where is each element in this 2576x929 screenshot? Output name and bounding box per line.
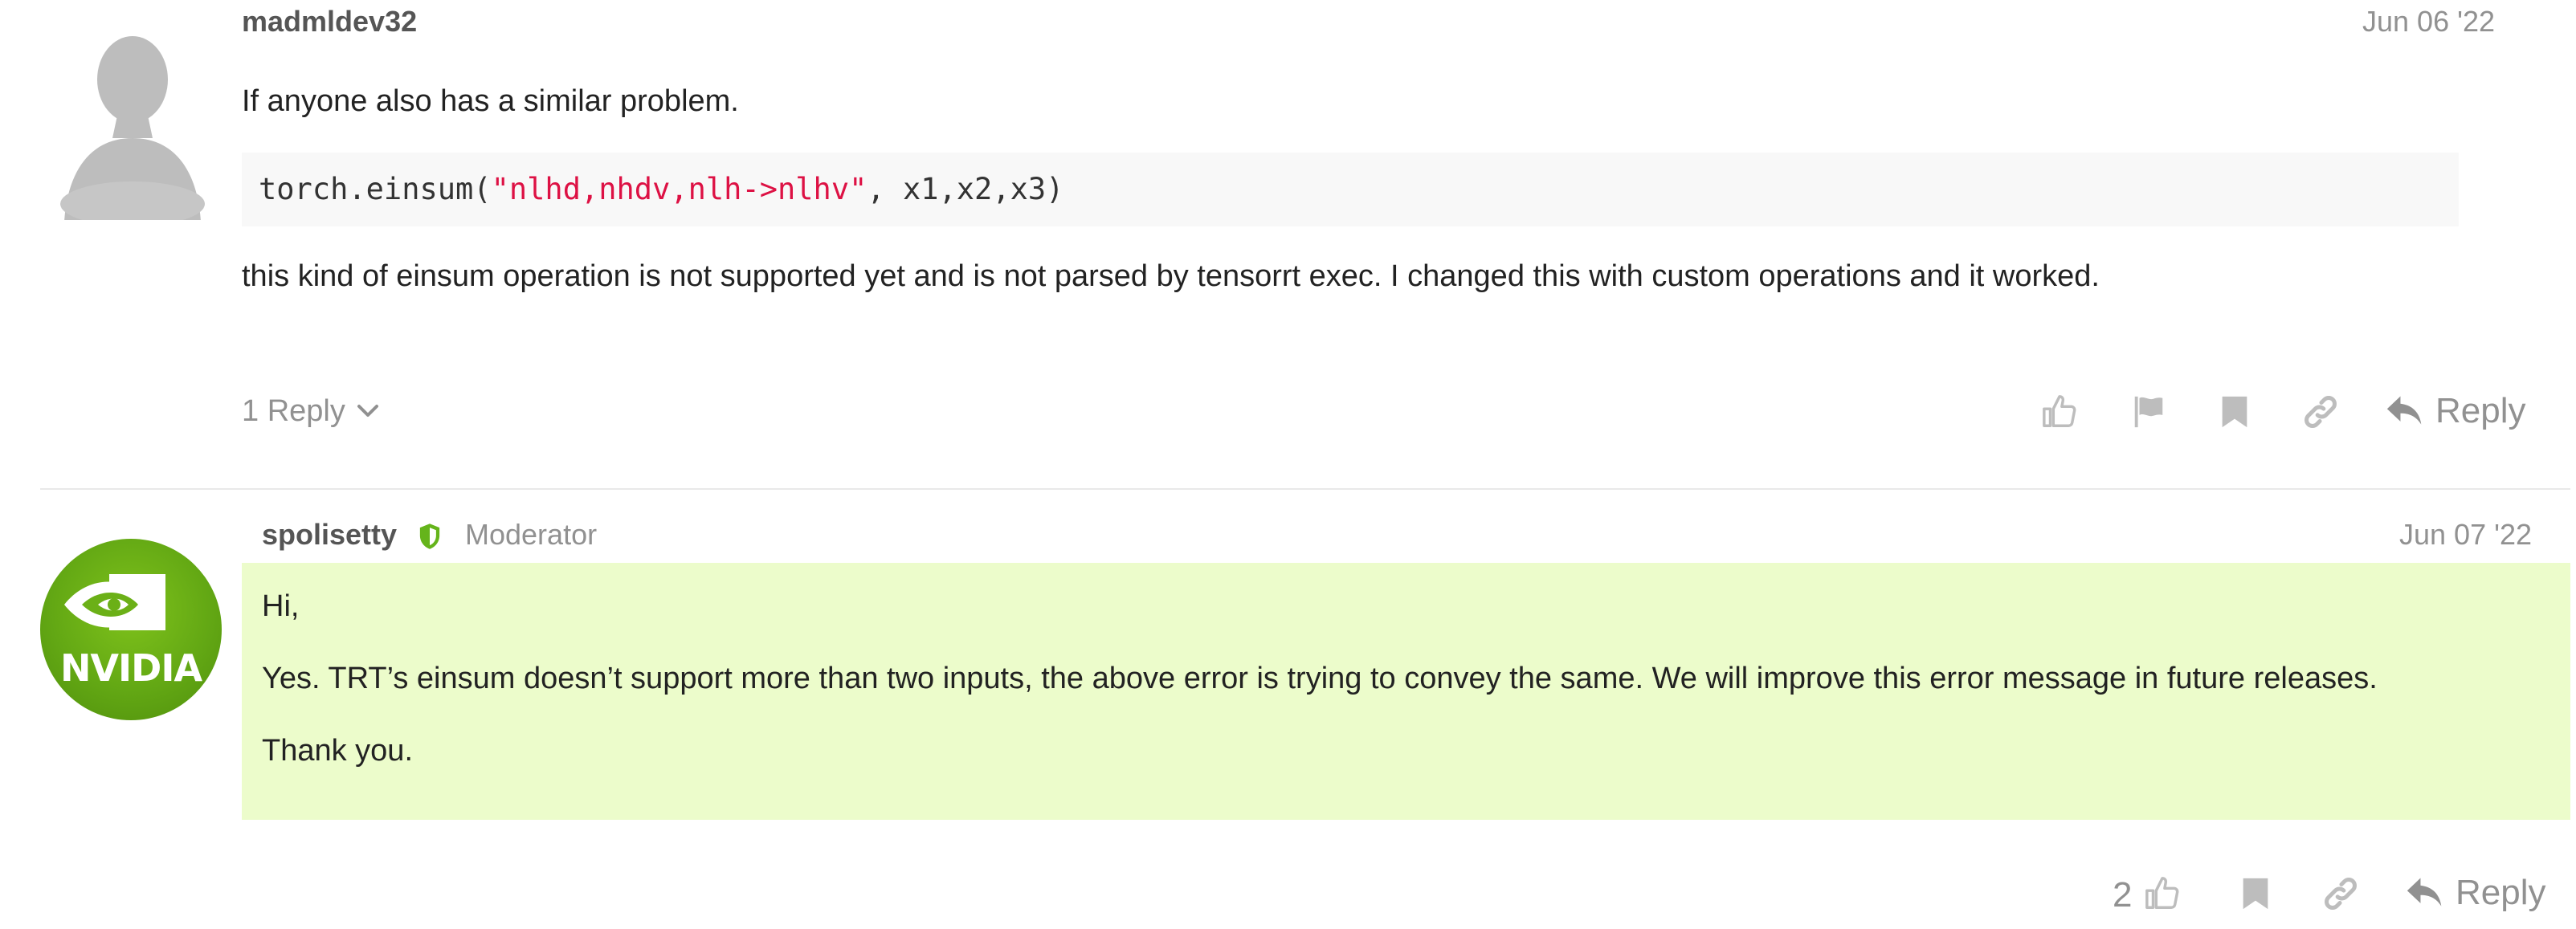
post-date[interactable]: Jun 06 '22 (2362, 6, 2495, 38)
copy-link-button[interactable] (2300, 392, 2341, 432)
nvidia-eye-logo-icon (64, 574, 165, 630)
post-intro-text: If anyone also has a similar problem. (242, 84, 739, 118)
post-divider (40, 488, 2570, 490)
like-button[interactable] (2039, 392, 2080, 432)
post-body-text: this kind of einsum operation is not sup… (242, 259, 2100, 293)
chevron-down-icon (357, 405, 378, 417)
bookmark-button[interactable] (2235, 874, 2276, 914)
code-block: torch.einsum("nlhd,nhdv,nlh->nlhv", x1,x… (242, 153, 2459, 226)
like-count[interactable]: 2 (2113, 875, 2132, 915)
default-avatar-icon (60, 36, 205, 226)
reply-arrow-icon (2386, 396, 2422, 425)
link-icon (2305, 396, 2337, 428)
reply-button[interactable]: Reply (2386, 391, 2526, 431)
show-replies-button[interactable]: 1 Reply (242, 392, 379, 430)
post-paragraph: Thank you. (262, 734, 413, 768)
thumbs-up-icon (2043, 395, 2076, 427)
thumbs-up-icon (2145, 877, 2179, 909)
reply-button[interactable]: Reply (2406, 873, 2546, 913)
reply-arrow-icon (2407, 878, 2442, 907)
post-paragraph: Yes. TRT’s einsum doesn’t support more t… (262, 662, 2378, 695)
link-icon (2325, 878, 2357, 910)
flag-button[interactable] (2129, 392, 2169, 432)
nvidia-avatar[interactable]: NVIDIA (40, 539, 222, 720)
post-username[interactable]: spolisetty (262, 519, 397, 551)
bookmark-button[interactable] (2215, 392, 2255, 432)
post-date[interactable]: Jun 07 '22 (2399, 519, 2532, 551)
reply-label: Reply (2435, 391, 2526, 430)
flag-icon (2134, 396, 2163, 428)
copy-link-button[interactable] (2321, 874, 2361, 914)
bookmark-icon (2243, 878, 2268, 910)
replies-count-label: 1 Reply (242, 394, 345, 428)
moderator-shield-icon (419, 524, 440, 549)
code-prefix: torch.einsum( (259, 172, 492, 206)
code-string-literal: "nlhd,nhdv,nlh->nlhv" (491, 172, 868, 206)
bookmark-icon (2222, 396, 2247, 428)
code-suffix: , x1,x2,x3) (867, 172, 1064, 206)
like-button[interactable] (2142, 874, 2182, 914)
nvidia-wordmark: NVIDIA (59, 646, 202, 690)
user-avatar[interactable] (40, 35, 225, 226)
user-title-badge: Moderator (465, 518, 598, 551)
post-username[interactable]: madmldev32 (242, 6, 417, 38)
post-paragraph: Hi, (262, 589, 300, 623)
reply-label: Reply (2456, 873, 2546, 912)
